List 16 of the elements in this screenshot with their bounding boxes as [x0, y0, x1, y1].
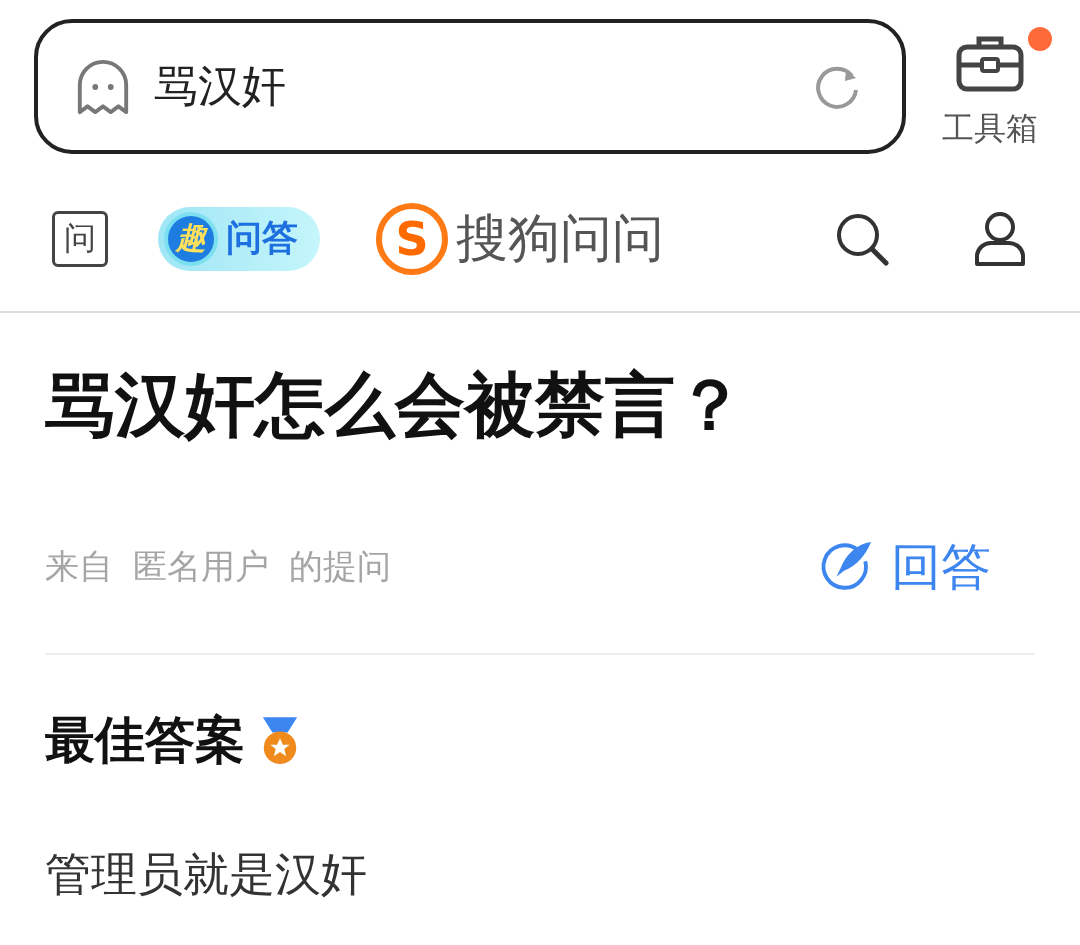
search-bar[interactable]: 骂汉奸: [34, 19, 906, 154]
answer-button[interactable]: 回答: [819, 533, 991, 601]
toolbox-button[interactable]: 工具箱: [928, 19, 1052, 151]
source-label: 的提问: [289, 545, 391, 588]
logo-text: 搜狗问问: [456, 206, 664, 270]
source-label: 来自: [45, 545, 113, 588]
badge-glyph: 趣: [164, 211, 218, 266]
section-heading: 最佳答案: [45, 710, 245, 771]
ask-icon[interactable]: 问: [52, 210, 108, 267]
logo-mark: S: [376, 202, 448, 275]
user-icon[interactable]: [974, 210, 1026, 267]
badge-label: 问答: [226, 216, 298, 260]
question-title: 骂汉奸怎么会被禁言？: [45, 363, 746, 448]
search-input[interactable]: 骂汉奸: [152, 60, 792, 113]
answer-text: 管理员就是汉奸: [45, 846, 368, 903]
qa-badge[interactable]: 趣 问答: [158, 206, 320, 271]
